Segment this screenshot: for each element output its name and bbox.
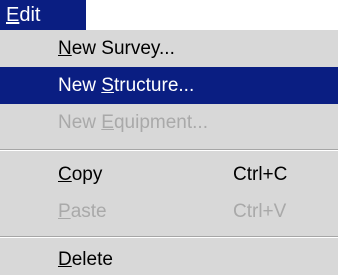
menu-item-delete[interactable]: Delete — [0, 241, 338, 278]
menu-item-new-survey[interactable]: New Survey... — [0, 30, 338, 67]
paste-post: aste — [70, 201, 107, 222]
new-structure-pre: New — [58, 75, 102, 96]
copy-mnemonic: C — [58, 164, 72, 185]
edit-title-rest: dit — [19, 4, 41, 26]
paste-shortcut: Ctrl+V — [233, 201, 287, 222]
new-survey-post: ew Survey... — [71, 38, 175, 59]
menu-item-copy[interactable]: Copy Ctrl+C — [0, 156, 338, 193]
copy-post: opy — [71, 164, 103, 185]
edit-menu-title[interactable]: Edit — [0, 0, 86, 30]
new-equipment-pre: New — [58, 112, 102, 133]
edit-menu-dropdown: New Survey... New Structure... New Equip… — [0, 30, 338, 275]
menu-separator — [0, 149, 338, 151]
new-equipment-mnemonic: E — [101, 112, 114, 133]
menu-item-new-structure[interactable]: New Structure... — [0, 67, 338, 104]
delete-label: Delete — [58, 241, 113, 278]
new-structure-mnemonic: S — [101, 75, 114, 96]
new-survey-mnemonic: N — [58, 38, 72, 59]
paste-mnemonic: P — [58, 201, 71, 222]
copy-label: Copy — [58, 156, 102, 193]
copy-shortcut: Ctrl+C — [233, 164, 288, 185]
menu-item-paste: Paste Ctrl+V — [0, 193, 338, 230]
menu-item-new-equipment: New Equipment... — [0, 104, 338, 141]
new-survey-label: New Survey... — [58, 30, 175, 67]
menu-separator — [0, 236, 338, 238]
new-structure-label: New Structure... — [58, 67, 194, 104]
delete-mnemonic: D — [58, 249, 72, 270]
new-equipment-label: New Equipment... — [58, 104, 208, 141]
paste-label: Paste — [58, 193, 107, 230]
new-equipment-post: quipment... — [113, 112, 208, 133]
edit-mnemonic: E — [6, 4, 20, 26]
new-structure-post: tructure... — [113, 75, 195, 96]
delete-post: elete — [71, 249, 113, 270]
